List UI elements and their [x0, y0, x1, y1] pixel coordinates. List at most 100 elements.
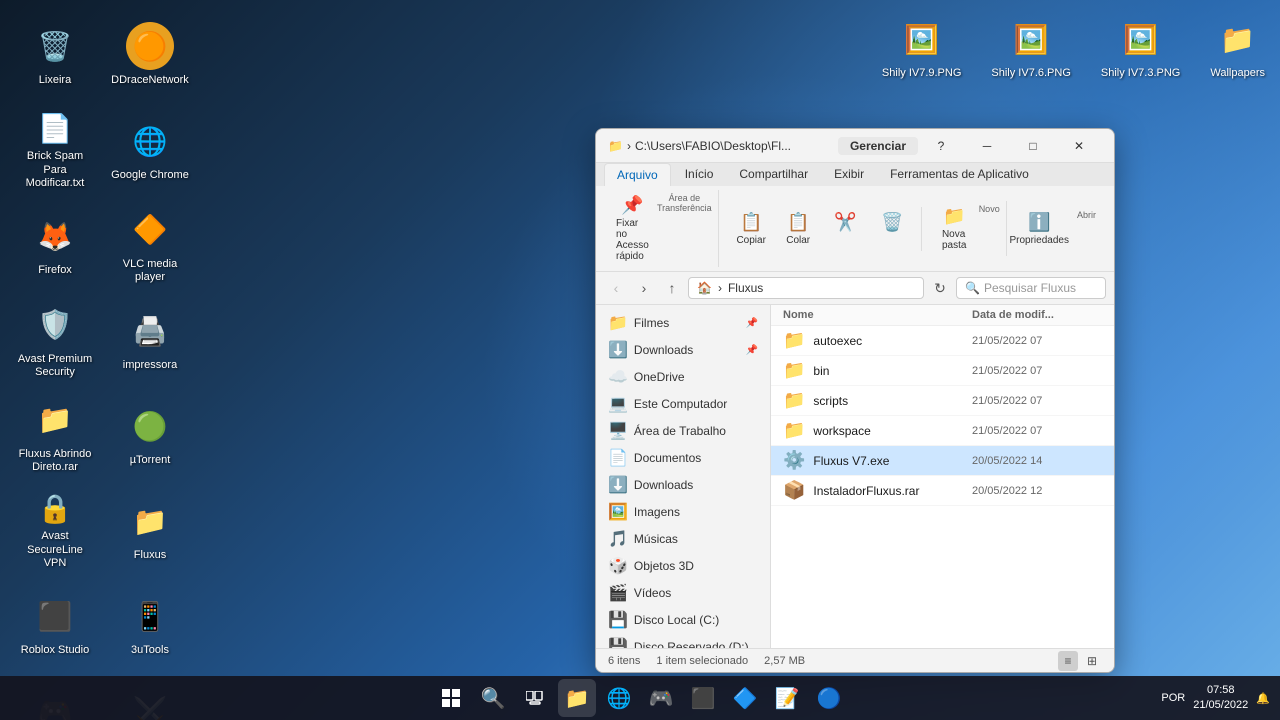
- address-path[interactable]: 🏠 › Fluxus: [688, 277, 924, 299]
- file-row-bin[interactable]: 📁 bin 21/05/2022 07: [771, 356, 1114, 386]
- files-pane: Nome Data de modif... 📁 autoexec 21/05/2…: [771, 305, 1114, 648]
- path-icon: 📁: [608, 139, 623, 153]
- desktop-icon-firefox[interactable]: 🦊 Firefox: [10, 200, 100, 290]
- minimize-button[interactable]: ─: [964, 129, 1010, 163]
- nav-videos[interactable]: 🎬 Vídeos: [600, 580, 766, 606]
- tab-compartilhar[interactable]: Compartilhar: [727, 163, 820, 186]
- chrome-label: Google Chrome: [111, 169, 189, 182]
- colar-label: Colar: [786, 235, 810, 246]
- delete-button[interactable]: 🗑️: [870, 209, 915, 249]
- sapp-taskbar[interactable]: 🔷: [726, 679, 764, 717]
- view-large-button[interactable]: ⊞: [1082, 651, 1102, 671]
- desktop-icon-impressora[interactable]: 🖨️ impressora: [105, 295, 195, 385]
- help-button[interactable]: ?: [918, 129, 964, 163]
- nav-area-trabalho[interactable]: 🖥️ Área de Trabalho: [600, 418, 766, 444]
- task-view-button[interactable]: [516, 679, 554, 717]
- file-row-autoexec[interactable]: 📁 autoexec 21/05/2022 07: [771, 326, 1114, 356]
- file-row-fluxus-exe[interactable]: ⚙️ Fluxus V7.exe 20/05/2022 14: [771, 446, 1114, 476]
- tab-exibir[interactable]: Exibir: [822, 163, 876, 186]
- bin-icon: 📁: [783, 360, 805, 381]
- roblox-studio-label: Roblox Studio: [21, 644, 90, 657]
- desktop-icon-vlc[interactable]: 🔶 VLC media player: [105, 200, 195, 290]
- desktop-icon-fluxus-abr[interactable]: 📁 Fluxus Abrindo Direto.rar: [10, 390, 100, 480]
- notepad-taskbar[interactable]: 📝: [768, 679, 806, 717]
- group-abrir-label: Abrir: [1064, 209, 1110, 249]
- col-nome-header[interactable]: Nome: [783, 309, 972, 321]
- desktop-icon-brick[interactable]: 📄 Brick Spam Para Modificar.txt: [10, 105, 100, 195]
- forward-button[interactable]: ›: [632, 276, 656, 300]
- firefox-label: Firefox: [38, 264, 72, 277]
- fixar-acesso-button[interactable]: 📌 Fixar noAcesso rápido: [610, 192, 655, 265]
- nova-pasta-icon: 📁: [943, 206, 965, 227]
- desktop-icon-shily79[interactable]: 🖼️ Shily IV7.9.PNG: [877, 10, 966, 85]
- nav-musicas[interactable]: 🎵 Músicas: [600, 526, 766, 552]
- edge-taskbar[interactable]: 🌐: [600, 679, 638, 717]
- file-row-scripts[interactable]: 📁 scripts 21/05/2022 07: [771, 386, 1114, 416]
- nav-imagens[interactable]: 🖼️ Imagens: [600, 499, 766, 525]
- onedrive-icon: ☁️: [608, 367, 628, 387]
- chrome-taskbar[interactable]: 🔵: [810, 679, 848, 717]
- game-taskbar[interactable]: 🎮: [642, 679, 680, 717]
- search-box[interactable]: 🔍 Pesquisar Fluxus: [956, 277, 1106, 299]
- maximize-button[interactable]: □: [1010, 129, 1056, 163]
- file-row-workspace[interactable]: 📁 workspace 21/05/2022 07: [771, 416, 1114, 446]
- tab-arquivo[interactable]: Arquivo: [604, 163, 671, 186]
- shift-taskbar[interactable]: ⬛: [684, 679, 722, 717]
- desktop-icon-shily73[interactable]: 🖼️ Shily IV7.3.PNG: [1096, 10, 1185, 85]
- desktop-icon-chrome[interactable]: 🌐 Google Chrome: [105, 105, 195, 195]
- copiar-button[interactable]: 📋 Copiar: [729, 209, 774, 249]
- nav-este-computador[interactable]: 💻 Este Computador: [600, 391, 766, 417]
- fluxus-label: Fluxus: [134, 549, 166, 562]
- search-placeholder: Pesquisar Fluxus: [984, 281, 1076, 295]
- taskbar: 🔍 📁 🌐 🎮 ⬛ 🔷 📝 🔵 POR 07:58 21/05/2022: [0, 676, 1280, 720]
- desktop-icon-utorrent[interactable]: 🟢 µTorrent: [105, 390, 195, 480]
- desktop-icon-lixeira[interactable]: 🗑️ Lixeira: [10, 10, 100, 100]
- shily79-icon: 🖼️: [898, 15, 946, 63]
- desktop-icon-wallpapers[interactable]: 📁 Wallpapers: [1205, 10, 1270, 85]
- view-details-button[interactable]: ≡: [1058, 651, 1078, 671]
- nav-downloads[interactable]: ⬇️ Downloads: [600, 472, 766, 498]
- desktop-icon-fluxus[interactable]: 📁 Fluxus: [105, 485, 195, 575]
- cut-button[interactable]: ✂️: [823, 209, 868, 249]
- shily79-label: Shily IV7.9.PNG: [882, 67, 961, 80]
- nav-downloads-quick[interactable]: ⬇️ Downloads 📌: [600, 337, 766, 363]
- notification-icon[interactable]: 🔔: [1256, 692, 1270, 705]
- tab-ferramentas[interactable]: Ferramentas de Aplicativo: [878, 163, 1041, 186]
- file-row-instalador[interactable]: 📦 InstaladorFluxus.rar 20/05/2022 12: [771, 476, 1114, 506]
- bin-name: bin: [813, 364, 972, 378]
- search-taskbar-button[interactable]: 🔍: [474, 679, 512, 717]
- nav-onedrive[interactable]: ☁️ OneDrive: [600, 364, 766, 390]
- nav-filmes[interactable]: 📁 Filmes 📌: [600, 310, 766, 336]
- propriedades-button[interactable]: ℹ️ Propriedades: [1017, 209, 1062, 249]
- desktop-icons-area: 🗑️ Lixeira 🟠 DDraceNetwork 📄 Brick Spam …: [10, 10, 195, 720]
- nav-documentos[interactable]: 📄 Documentos: [600, 445, 766, 471]
- desktop-icon-ddrace[interactable]: 🟠 DDraceNetwork: [105, 10, 195, 100]
- desktop-icon-roblox-studio[interactable]: ⬛ Roblox Studio: [10, 580, 100, 670]
- scripts-name: scripts: [813, 394, 972, 408]
- back-button[interactable]: ‹: [604, 276, 628, 300]
- status-bar: 6 itens 1 item selecionado 2,57 MB ≡ ⊞: [596, 648, 1114, 672]
- taskbar-language: POR: [1161, 692, 1185, 704]
- brick-label: Brick Spam Para Modificar.txt: [15, 150, 95, 190]
- nova-pasta-button[interactable]: 📁 Novapasta: [932, 203, 977, 254]
- tab-inicio[interactable]: Início: [673, 163, 726, 186]
- refresh-button[interactable]: ↻: [928, 276, 952, 300]
- col-date-header[interactable]: Data de modif...: [972, 309, 1102, 321]
- desktop-icon-avast[interactable]: 🛡️ Avast Premium Security: [10, 295, 100, 385]
- downloads-quick-icon: ⬇️: [608, 340, 628, 360]
- close-button[interactable]: ✕: [1056, 129, 1102, 163]
- desktop-icon-3utools[interactable]: 📱 3uTools: [105, 580, 195, 670]
- path-separator2: ›: [718, 281, 722, 295]
- ribbon-group-access: 📌 Fixar noAcesso rápido Área de Transfer…: [604, 190, 719, 267]
- nav-objetos-3d[interactable]: 🎲 Objetos 3D: [600, 553, 766, 579]
- desktop-icon-shily76[interactable]: 🖼️ Shily IV7.6.PNG: [986, 10, 1075, 85]
- nav-disco-d[interactable]: 💾 Disco Reservado (D:): [600, 634, 766, 648]
- group-clipboard-label: Área de Transferência: [657, 192, 712, 265]
- up-button[interactable]: ↑: [660, 276, 684, 300]
- desktop-icon-avast-sec[interactable]: 🔒 Avast SecureLine VPN: [10, 485, 100, 575]
- nav-disco-c[interactable]: 💾 Disco Local (C:): [600, 607, 766, 633]
- scripts-icon: 📁: [783, 390, 805, 411]
- start-button[interactable]: [432, 679, 470, 717]
- colar-button[interactable]: 📋 Colar: [776, 209, 821, 249]
- file-explorer-taskbar[interactable]: 📁: [558, 679, 596, 717]
